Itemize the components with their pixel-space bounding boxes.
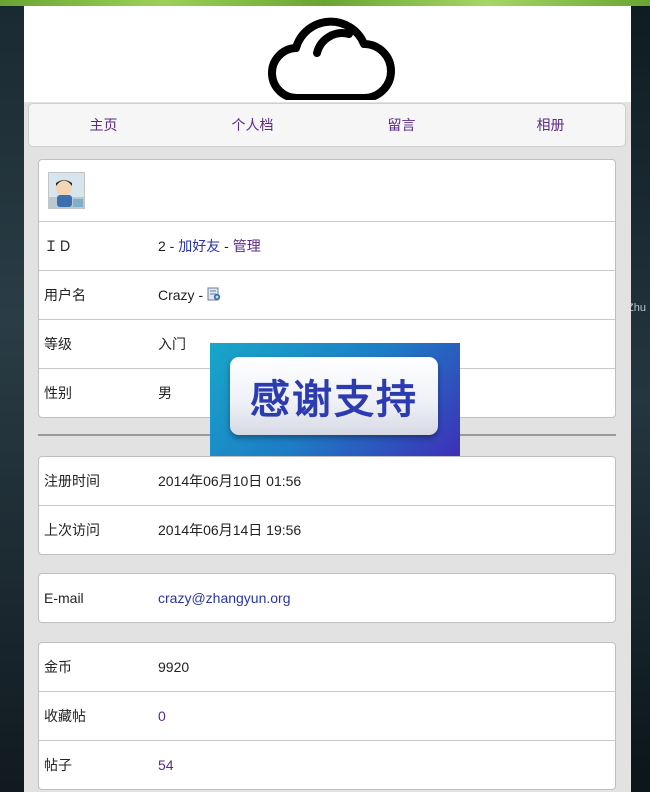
row-id: ＩＤ 2 - 加好友 - 管理	[39, 221, 615, 270]
id-label: ＩＤ	[44, 238, 72, 254]
avatar-row	[39, 160, 615, 221]
nav-album[interactable]: 相册	[476, 115, 625, 135]
favorites-link[interactable]: 0	[158, 708, 615, 724]
send-message-icon[interactable]	[207, 287, 221, 301]
row-email: E-mail crazy@zhangyun.org	[39, 574, 615, 622]
level-label: 等级	[44, 336, 72, 352]
row-username: 用户名 Crazy -	[39, 270, 615, 319]
background-right	[631, 6, 650, 792]
avatar[interactable]	[48, 172, 85, 209]
nav-guestbook[interactable]: 留言	[327, 115, 476, 135]
cloud-icon[interactable]	[260, 8, 395, 100]
main-nav: 主页 个人档 留言 相册	[28, 103, 626, 147]
row-register-time: 注册时间 2014年06月10日 01:56	[39, 457, 615, 505]
last-visit-value: 2014年06月14日 19:56	[158, 522, 302, 538]
username-value: Crazy	[158, 287, 195, 303]
nav-profile[interactable]: 个人档	[178, 115, 327, 135]
favorites-label: 收藏帖	[44, 708, 86, 724]
register-time-value: 2014年06月10日 01:56	[158, 473, 302, 489]
time-card: 注册时间 2014年06月10日 01:56 上次访问 2014年06月14日 …	[38, 456, 616, 555]
separator: -	[220, 238, 233, 254]
id-value-group: 2 - 加好友 - 管理	[158, 236, 615, 256]
user-avatar-image	[49, 173, 84, 208]
separator: -	[165, 238, 179, 254]
separator: -	[194, 287, 208, 303]
username-value-group: Crazy -	[158, 287, 615, 303]
last-visit-label: 上次访问	[44, 522, 100, 538]
row-posts: 帖子 54	[39, 740, 615, 789]
register-time-label: 注册时间	[44, 473, 100, 489]
username-label: 用户名	[44, 287, 86, 303]
posts-label: 帖子	[44, 757, 72, 773]
nav-home[interactable]: 主页	[29, 115, 178, 135]
email-label: E-mail	[44, 590, 84, 606]
posts-link[interactable]: 54	[158, 757, 615, 773]
row-coins: 金币 9920	[39, 643, 615, 691]
stats-card: 金币 9920 收藏帖 0 帖子 54	[38, 642, 616, 790]
coins-label: 金币	[44, 659, 72, 675]
manage-link[interactable]: 管理	[233, 238, 261, 254]
header	[24, 6, 631, 102]
coins-value: 9920	[158, 659, 190, 675]
banner-plate: 感谢支持	[230, 357, 438, 435]
add-friend-link[interactable]: 加好友	[178, 238, 220, 254]
row-favorites: 收藏帖 0	[39, 691, 615, 740]
thanks-banner[interactable]: 感谢支持	[210, 343, 460, 456]
contact-card: E-mail crazy@zhangyun.org	[38, 573, 616, 623]
background-left	[0, 6, 24, 792]
id-value: 2	[158, 238, 166, 254]
gender-label: 性别	[44, 385, 72, 401]
profile-page: 主页 个人档 留言 相册 ＩＤ 2 - 加好友 - 管理 用户名 Crazy -…	[24, 6, 631, 792]
banner-text: 感谢支持	[250, 377, 418, 423]
email-link[interactable]: crazy@zhangyun.org	[158, 590, 615, 606]
row-last-visit: 上次访问 2014年06月14日 19:56	[39, 505, 615, 554]
